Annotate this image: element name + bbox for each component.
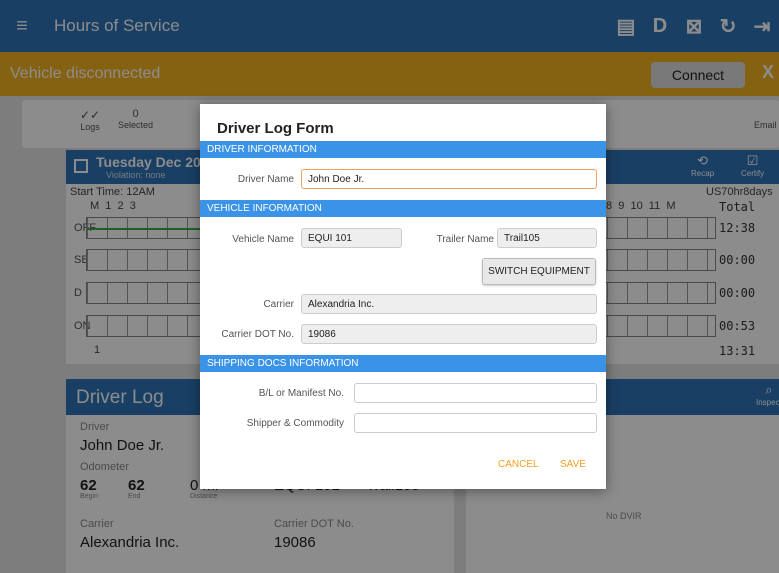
vehicle-name-label: Vehicle Name — [232, 234, 294, 245]
trailer-name-label: Trailer Name — [436, 234, 494, 245]
carrier-input[interactable]: Alexandria Inc. — [301, 294, 597, 314]
shipper-commodity-input[interactable] — [354, 413, 597, 433]
driver-info-section: DRIVER INFORMATION — [200, 141, 606, 158]
carrier-dot-label: Carrier DOT No. — [221, 329, 294, 340]
driver-log-form-dialog: Driver Log Form DRIVER INFORMATION Drive… — [200, 104, 606, 489]
driver-name-label: Driver Name — [237, 174, 294, 185]
cancel-button[interactable]: CANCEL — [498, 459, 539, 470]
trailer-name-input[interactable]: Trail105 — [497, 228, 597, 248]
vehicle-name-input[interactable]: EQUI 101 — [301, 228, 402, 248]
bl-manifest-label: B/L or Manifest No. — [258, 388, 344, 399]
driver-name-input[interactable]: John Doe Jr. — [301, 169, 597, 189]
dialog-title: Driver Log Form — [217, 120, 334, 137]
vehicle-info-section: VEHICLE INFORMATION — [200, 200, 606, 217]
carrier-label: Carrier — [263, 299, 294, 310]
carrier-dot-input[interactable]: 19086 — [301, 324, 597, 344]
bl-manifest-input[interactable] — [354, 383, 597, 403]
shipping-info-section: SHIPPING DOCS INFORMATION — [200, 355, 606, 372]
switch-equipment-button[interactable]: SWITCH EQUIPMENT — [482, 258, 596, 285]
shipper-commodity-label: Shipper & Commodity — [246, 418, 344, 429]
save-button[interactable]: SAVE — [560, 459, 586, 470]
